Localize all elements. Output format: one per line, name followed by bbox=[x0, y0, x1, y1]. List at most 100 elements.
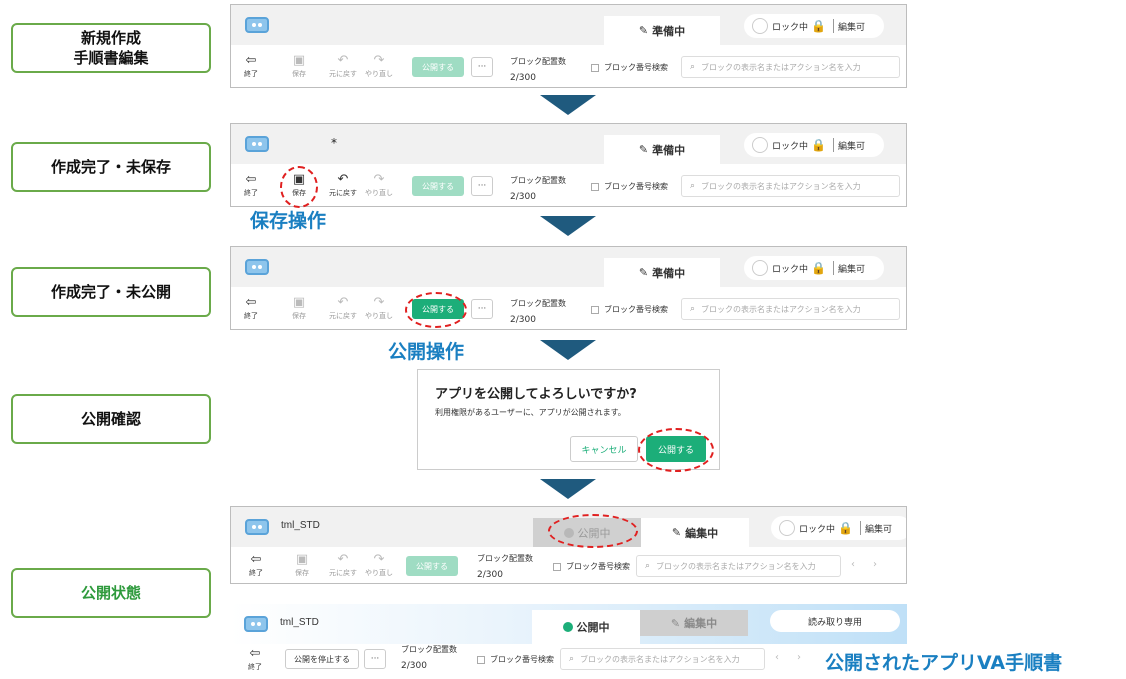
checkbox-icon[interactable] bbox=[477, 655, 485, 664]
search-placeholder: ブロックの表示名またはアクション名を入力 bbox=[701, 304, 861, 314]
block-count-label: ブロック配置数 bbox=[510, 57, 566, 66]
toggle-icon[interactable] bbox=[752, 260, 768, 276]
app-name: tml_STD bbox=[281, 520, 320, 531]
block-search-label: ブロック番号検索 bbox=[604, 305, 668, 314]
chevron-right-icon[interactable]: › bbox=[873, 559, 877, 570]
lock-toggle[interactable]: ロック中 🔒 編集可 bbox=[744, 256, 884, 280]
undo-label: 元に戻す bbox=[329, 70, 357, 78]
status-dot-icon bbox=[562, 622, 573, 632]
exit-button[interactable]: ⇦ 終了 bbox=[234, 295, 268, 321]
stage-label: 作成完了・未公開 bbox=[50, 282, 171, 301]
save-button[interactable]: ▣ 保存 bbox=[282, 53, 316, 79]
exit-button[interactable]: ⇦ 終了 bbox=[234, 172, 268, 198]
block-search-checkbox[interactable]: ブロック番号検索 bbox=[591, 62, 668, 73]
lock-toggle[interactable]: ロック中 🔒 編集可 bbox=[771, 516, 906, 540]
redo-button[interactable]: ↷ やり直し bbox=[362, 172, 396, 198]
search-input[interactable]: ⌕ ブロックの表示名またはアクション名を入力 bbox=[560, 648, 765, 670]
toggle-icon[interactable] bbox=[752, 18, 768, 34]
block-search-label: ブロック番号検索 bbox=[566, 562, 630, 571]
highlight-ring bbox=[405, 292, 467, 328]
redo-button[interactable]: ↷ やり直し bbox=[362, 53, 396, 79]
block-count: ブロック配置数 2/300 bbox=[401, 641, 457, 675]
highlight-ring bbox=[280, 166, 318, 208]
tab-editing[interactable]: ✎ 編集中 bbox=[640, 610, 748, 636]
checkbox-icon[interactable] bbox=[553, 562, 561, 571]
lock-toggle[interactable]: ロック中 🔒 編集可 bbox=[744, 14, 884, 38]
tab-preparing[interactable]: ✎ 準備中 bbox=[604, 135, 720, 164]
block-count: ブロック配置数 2/300 bbox=[477, 550, 533, 583]
undo-button[interactable]: ↶ 元に戻す bbox=[326, 53, 360, 79]
tab-preparing[interactable]: ✎ 準備中 bbox=[604, 16, 720, 45]
undo-button[interactable]: ↶ 元に戻す bbox=[326, 295, 360, 321]
more-button[interactable]: ··· bbox=[364, 649, 386, 669]
block-search-checkbox[interactable]: ブロック番号検索 bbox=[591, 304, 668, 315]
block-search-checkbox[interactable]: ブロック番号検索 bbox=[553, 561, 630, 572]
checkbox-icon[interactable] bbox=[591, 63, 599, 72]
tab-published[interactable]: 公開中 bbox=[532, 610, 640, 644]
exit-label: 終了 bbox=[244, 70, 258, 78]
lock-icon: 🔒 bbox=[811, 138, 826, 152]
save-icon: ▣ bbox=[295, 552, 309, 567]
stage-unsaved: 作成完了・未保存 bbox=[11, 142, 211, 192]
save-button[interactable]: ▣ 保存 bbox=[285, 552, 319, 578]
readonly-badge: 読み取り専用 bbox=[770, 610, 900, 632]
more-button[interactable]: ··· bbox=[471, 176, 493, 196]
undo-button[interactable]: ↶ 元に戻す bbox=[326, 552, 360, 578]
stage-label: 手順書編集 bbox=[73, 49, 149, 67]
search-input[interactable]: ⌕ ブロックの表示名またはアクション名を入力 bbox=[636, 555, 841, 577]
block-count-value: 2/300 bbox=[477, 570, 503, 580]
save-label: 保存 bbox=[292, 70, 306, 78]
chevron-left-icon[interactable]: ‹ bbox=[851, 559, 855, 570]
highlight-ring bbox=[548, 514, 638, 548]
checkbox-icon[interactable] bbox=[591, 182, 599, 191]
publish-button[interactable]: 公開する bbox=[412, 57, 464, 77]
save-button[interactable]: ▣ 保存 bbox=[282, 295, 316, 321]
redo-icon: ↷ bbox=[373, 295, 385, 310]
search-input[interactable]: ⌕ ブロックの表示名またはアクション名を入力 bbox=[681, 298, 900, 320]
cancel-button[interactable]: キャンセル bbox=[570, 436, 638, 462]
block-search-checkbox[interactable]: ブロック番号検索 bbox=[591, 181, 668, 192]
exit-button[interactable]: ⇦ 終了 bbox=[234, 53, 268, 79]
app-icon bbox=[245, 259, 269, 275]
exit-button[interactable]: ⇦ 終了 bbox=[239, 552, 273, 578]
app-icon bbox=[245, 519, 269, 535]
stage-label: 公開確認 bbox=[80, 409, 141, 428]
stage-published: 公開状態 bbox=[11, 568, 211, 618]
search-input[interactable]: ⌕ ブロックの表示名またはアクション名を入力 bbox=[681, 56, 900, 78]
editable-label: 編集可 bbox=[837, 264, 865, 275]
tab-label: 編集中 bbox=[685, 526, 719, 540]
editable-label: 編集可 bbox=[864, 524, 892, 535]
stop-publish-button[interactable]: 公開を停止する bbox=[285, 649, 359, 669]
block-search-checkbox[interactable]: ブロック番号検索 bbox=[477, 654, 554, 665]
toggle-icon[interactable] bbox=[779, 520, 795, 536]
more-button[interactable]: ··· bbox=[471, 299, 493, 319]
more-button[interactable]: ··· bbox=[471, 57, 493, 77]
search-placeholder: ブロックの表示名またはアクション名を入力 bbox=[701, 181, 861, 191]
block-search-label: ブロック番号検索 bbox=[604, 182, 668, 191]
lock-toggle[interactable]: ロック中 🔒 編集可 bbox=[744, 133, 884, 157]
chevron-right-icon[interactable]: › bbox=[797, 652, 801, 663]
undo-button[interactable]: ↶ 元に戻す bbox=[326, 172, 360, 198]
toggle-icon[interactable] bbox=[752, 137, 768, 153]
search-input[interactable]: ⌕ ブロックの表示名またはアクション名を入力 bbox=[681, 175, 900, 197]
exit-icon: ⇦ bbox=[245, 53, 257, 68]
publish-button[interactable]: 公開する bbox=[406, 556, 458, 576]
dialog-message: 利用権限があるユーザーに、アプリが公開されます。 bbox=[435, 408, 626, 417]
exit-icon: ⇦ bbox=[245, 295, 257, 310]
pencil-icon: ✎ bbox=[638, 24, 649, 37]
app-icon bbox=[245, 136, 269, 152]
tab-editing[interactable]: ✎ 編集中 bbox=[641, 518, 749, 547]
stage-confirm: 公開確認 bbox=[11, 394, 211, 444]
dialog-title: アプリを公開してよろしいですか? bbox=[435, 387, 637, 402]
pencil-icon: ✎ bbox=[671, 526, 682, 539]
redo-button[interactable]: ↷ やり直し bbox=[362, 295, 396, 321]
stage-label: 作成完了・未保存 bbox=[50, 157, 171, 176]
tab-label: 準備中 bbox=[652, 266, 686, 280]
checkbox-icon[interactable] bbox=[591, 305, 599, 314]
redo-button[interactable]: ↷ やり直し bbox=[362, 552, 396, 578]
exit-button[interactable]: ⇦ 終了 bbox=[238, 646, 272, 672]
chevron-left-icon[interactable]: ‹ bbox=[775, 652, 779, 663]
publish-button[interactable]: 公開する bbox=[412, 176, 464, 196]
tab-preparing[interactable]: ✎ 準備中 bbox=[604, 258, 720, 287]
search-placeholder: ブロックの表示名またはアクション名を入力 bbox=[656, 561, 816, 571]
